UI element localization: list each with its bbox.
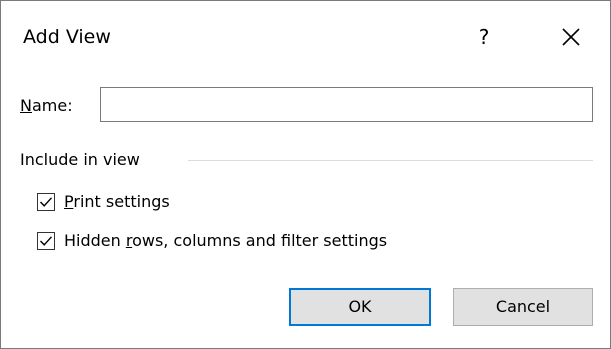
close-button[interactable] — [553, 19, 589, 55]
print-settings-option[interactable]: Print settings — [37, 191, 170, 213]
hidden-rows-option[interactable]: Hidden rows, columns and filter settings — [37, 230, 387, 252]
dialog-title: Add View — [23, 26, 111, 48]
add-view-dialog: Add View ? Name: Include in view Print s… — [0, 0, 611, 349]
checkmark-icon — [39, 197, 53, 207]
cancel-button[interactable]: Cancel — [453, 288, 593, 326]
ok-button[interactable]: OK — [289, 288, 431, 326]
print-settings-mnemonic: P — [64, 192, 74, 211]
print-settings-checkbox[interactable] — [37, 193, 55, 211]
close-icon — [562, 28, 580, 46]
hidden-rows-label-rest: ows, columns and filter settings — [132, 231, 388, 250]
hidden-rows-label: Hidden rows, columns and filter settings — [64, 230, 387, 252]
group-divider — [188, 160, 593, 161]
print-settings-label: Print settings — [64, 191, 170, 213]
checkmark-icon — [39, 236, 53, 246]
print-settings-label-rest: rint settings — [73, 192, 170, 211]
name-label-rest: ame: — [31, 96, 73, 115]
hidden-rows-checkbox[interactable] — [37, 232, 55, 250]
name-label: Name: — [20, 96, 73, 116]
name-input[interactable] — [100, 87, 593, 122]
help-button[interactable]: ? — [469, 19, 499, 55]
name-label-mnemonic: N — [20, 96, 32, 115]
hidden-rows-label-before: Hidden — [64, 231, 126, 250]
include-in-view-label: Include in view — [20, 150, 140, 169]
